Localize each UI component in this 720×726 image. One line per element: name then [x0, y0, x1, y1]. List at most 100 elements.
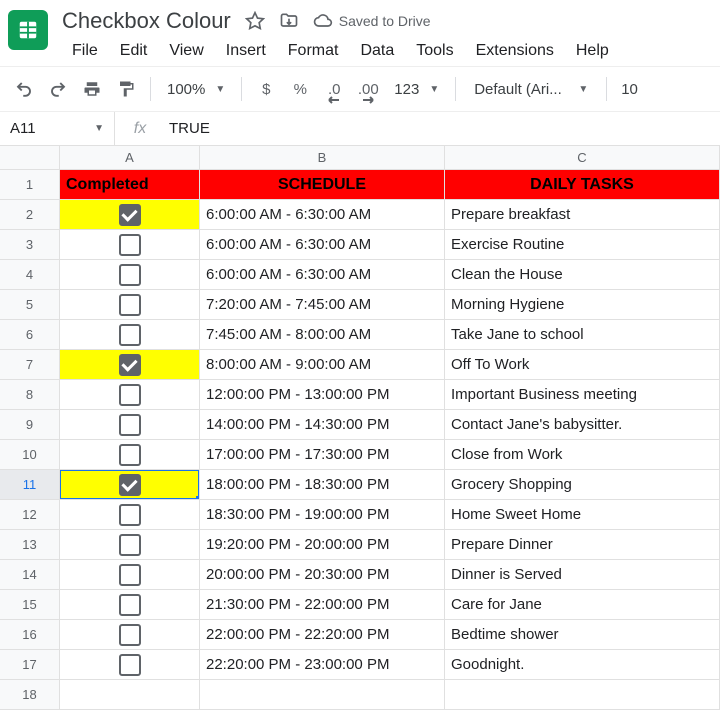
- header-schedule[interactable]: SCHEDULE: [200, 170, 445, 200]
- format-currency-button[interactable]: $: [252, 75, 280, 103]
- cell-checkbox[interactable]: [60, 290, 200, 320]
- cell-task[interactable]: Prepare Dinner: [445, 530, 720, 560]
- cell-task[interactable]: Home Sweet Home: [445, 500, 720, 530]
- checkbox[interactable]: [119, 294, 141, 316]
- cell-checkbox[interactable]: [60, 230, 200, 260]
- empty-cell[interactable]: [60, 680, 200, 710]
- cell-checkbox[interactable]: [60, 560, 200, 590]
- checkbox[interactable]: [119, 414, 141, 436]
- cell-checkbox[interactable]: [60, 620, 200, 650]
- more-formats-dropdown[interactable]: 123 ▼: [388, 81, 445, 98]
- menu-data[interactable]: Data: [350, 38, 404, 64]
- zoom-dropdown[interactable]: 100% ▼: [161, 81, 231, 98]
- row-header[interactable]: 5: [0, 290, 60, 320]
- cell-task[interactable]: Off To Work: [445, 350, 720, 380]
- row-header[interactable]: 12: [0, 500, 60, 530]
- cell-schedule[interactable]: 6:00:00 AM - 6:30:00 AM: [200, 200, 445, 230]
- cell-checkbox[interactable]: [60, 320, 200, 350]
- formula-input[interactable]: TRUE: [165, 120, 720, 137]
- menu-file[interactable]: File: [62, 38, 108, 64]
- sheets-logo[interactable]: [8, 10, 48, 50]
- font-family-dropdown[interactable]: Default (Ari... ▼: [466, 81, 596, 98]
- cell-schedule[interactable]: 7:20:00 AM - 7:45:00 AM: [200, 290, 445, 320]
- cell-task[interactable]: Close from Work: [445, 440, 720, 470]
- cell-task[interactable]: Clean the House: [445, 260, 720, 290]
- font-size-input[interactable]: 10: [617, 81, 642, 98]
- cell-task[interactable]: Important Business meeting: [445, 380, 720, 410]
- cell-checkbox[interactable]: [60, 410, 200, 440]
- cell-task[interactable]: Goodnight.: [445, 650, 720, 680]
- menu-format[interactable]: Format: [278, 38, 349, 64]
- cell-schedule[interactable]: 19:20:00 PM - 20:00:00 PM: [200, 530, 445, 560]
- cell-task[interactable]: Dinner is Served: [445, 560, 720, 590]
- row-header[interactable]: 4: [0, 260, 60, 290]
- print-button[interactable]: [78, 75, 106, 103]
- cell-task[interactable]: Exercise Routine: [445, 230, 720, 260]
- cell-checkbox[interactable]: [60, 440, 200, 470]
- checkbox[interactable]: [119, 204, 141, 226]
- row-header[interactable]: 9: [0, 410, 60, 440]
- cell-schedule[interactable]: 18:30:00 PM - 19:00:00 PM: [200, 500, 445, 530]
- checkbox[interactable]: [119, 534, 141, 556]
- cell-task[interactable]: Take Jane to school: [445, 320, 720, 350]
- cell-task[interactable]: Contact Jane's babysitter.: [445, 410, 720, 440]
- row-header[interactable]: 1: [0, 170, 60, 200]
- cell-task[interactable]: Care for Jane: [445, 590, 720, 620]
- cell-checkbox[interactable]: [60, 530, 200, 560]
- row-header[interactable]: 8: [0, 380, 60, 410]
- empty-cell[interactable]: [200, 680, 445, 710]
- menu-view[interactable]: View: [159, 38, 213, 64]
- checkbox[interactable]: [119, 594, 141, 616]
- star-icon[interactable]: [245, 11, 265, 31]
- increase-decimal-button[interactable]: .00: [354, 75, 382, 103]
- checkbox[interactable]: [119, 444, 141, 466]
- checkbox[interactable]: [119, 474, 141, 496]
- paint-format-button[interactable]: [112, 75, 140, 103]
- cell-checkbox[interactable]: [60, 470, 200, 500]
- checkbox[interactable]: [119, 384, 141, 406]
- cell-checkbox[interactable]: [60, 500, 200, 530]
- cell-schedule[interactable]: 12:00:00 PM - 13:00:00 PM: [200, 380, 445, 410]
- cloud-status[interactable]: Saved to Drive: [313, 11, 431, 31]
- row-header[interactable]: 13: [0, 530, 60, 560]
- cell-schedule[interactable]: 7:45:00 AM - 8:00:00 AM: [200, 320, 445, 350]
- cell-schedule[interactable]: 22:20:00 PM - 23:00:00 PM: [200, 650, 445, 680]
- header-completed[interactable]: Completed: [60, 170, 200, 200]
- select-all-corner[interactable]: [0, 146, 60, 170]
- checkbox[interactable]: [119, 564, 141, 586]
- redo-button[interactable]: [44, 75, 72, 103]
- cell-schedule[interactable]: 21:30:00 PM - 22:00:00 PM: [200, 590, 445, 620]
- checkbox[interactable]: [119, 324, 141, 346]
- col-header-c[interactable]: C: [445, 146, 720, 170]
- cell-checkbox[interactable]: [60, 260, 200, 290]
- checkbox[interactable]: [119, 264, 141, 286]
- document-title[interactable]: Checkbox Colour: [62, 8, 231, 34]
- cell-task[interactable]: Morning Hygiene: [445, 290, 720, 320]
- row-header[interactable]: 16: [0, 620, 60, 650]
- cell-task[interactable]: Prepare breakfast: [445, 200, 720, 230]
- undo-button[interactable]: [10, 75, 38, 103]
- cell-schedule[interactable]: 20:00:00 PM - 20:30:00 PM: [200, 560, 445, 590]
- header-tasks[interactable]: DAILY TASKS: [445, 170, 720, 200]
- row-header[interactable]: 6: [0, 320, 60, 350]
- cell-checkbox[interactable]: [60, 350, 200, 380]
- cell-schedule[interactable]: 22:00:00 PM - 22:20:00 PM: [200, 620, 445, 650]
- cell-schedule[interactable]: 17:00:00 PM - 17:30:00 PM: [200, 440, 445, 470]
- empty-cell[interactable]: [445, 680, 720, 710]
- cell-task[interactable]: Grocery Shopping: [445, 470, 720, 500]
- cell-checkbox[interactable]: [60, 200, 200, 230]
- menu-extensions[interactable]: Extensions: [466, 38, 564, 64]
- cell-schedule[interactable]: 6:00:00 AM - 6:30:00 AM: [200, 230, 445, 260]
- cell-schedule[interactable]: 14:00:00 PM - 14:30:00 PM: [200, 410, 445, 440]
- row-header[interactable]: 15: [0, 590, 60, 620]
- row-header[interactable]: 14: [0, 560, 60, 590]
- row-header[interactable]: 2: [0, 200, 60, 230]
- move-icon[interactable]: [279, 11, 299, 31]
- menu-insert[interactable]: Insert: [216, 38, 276, 64]
- menu-tools[interactable]: Tools: [406, 38, 463, 64]
- checkbox[interactable]: [119, 504, 141, 526]
- checkbox[interactable]: [119, 234, 141, 256]
- checkbox[interactable]: [119, 654, 141, 676]
- row-header[interactable]: 17: [0, 650, 60, 680]
- cell-schedule[interactable]: 18:00:00 PM - 18:30:00 PM: [200, 470, 445, 500]
